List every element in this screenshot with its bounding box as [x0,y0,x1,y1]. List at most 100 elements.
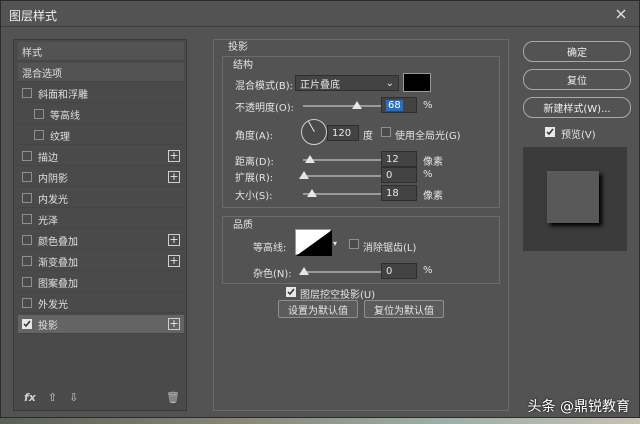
close-button[interactable] [609,4,633,24]
style-item[interactable]: 光泽 [18,210,184,229]
style-preview [523,147,627,251]
add-instance-plus-icon[interactable]: + [168,234,180,246]
style-item-checkbox[interactable] [34,130,44,140]
noise-slider[interactable] [303,271,383,273]
style-item[interactable]: 描边 + [18,147,184,166]
preview-swatch [547,171,599,223]
styles-list: 样式 混合选项斜面和浮雕等高线纹理描边 + 内阴影 + 内发光光泽颜色叠加 + 渐变叠加 + 图… [13,39,187,411]
angle-unit: 度 [363,131,373,142]
style-item-checkbox[interactable] [22,298,32,308]
noise-label: 杂色(N): [253,269,292,280]
contour-dropdown-icon[interactable]: ▾ [333,239,337,248]
layer-style-dialog: 图层样式 样式 混合选项斜面和浮雕等高线纹理描边 + 内阴影 + 内发光光泽颜色叠加 + 渐… [0,0,640,418]
style-item-checkbox[interactable] [22,172,32,182]
style-item-label: 斜面和浮雕 [38,89,88,101]
contour-curve-icon [296,230,332,256]
angle-label: 角度(A): [235,131,274,142]
structure-title: 结构 [233,60,253,71]
ok-button[interactable]: 确定 [523,41,631,62]
size-input[interactable]: 18 [381,185,417,201]
opacity-slider[interactable] [303,105,383,107]
style-item[interactable]: 图案叠加 [18,273,184,292]
title-bar: 图层样式 [1,1,639,27]
spread-input[interactable]: 0 [381,167,417,183]
add-instance-plus-icon[interactable]: + [168,171,180,183]
chevron-down-icon: ⌄ [385,77,394,89]
spread-label: 扩展(R): [235,173,274,184]
global-light-checkbox[interactable] [381,127,391,137]
style-item[interactable]: 内发光 [18,189,184,208]
add-instance-plus-icon[interactable]: + [168,318,180,330]
style-item[interactable]: 渐变叠加 + [18,252,184,271]
noise-input[interactable]: 0 [381,263,417,279]
style-item-checkbox[interactable] [22,151,32,161]
distance-value: 12 [386,153,399,165]
size-slider-thumb[interactable] [307,189,317,197]
angle-value: 120 [332,127,352,139]
knockout-checkbox[interactable] [286,287,296,297]
spread-slider[interactable] [303,175,383,177]
style-item[interactable]: 颜色叠加 + [18,231,184,250]
distance-unit: 像素 [423,157,443,168]
noise-unit: % [423,265,433,276]
angle-input[interactable]: 120 [327,125,359,141]
style-item-checkbox[interactable] [22,193,32,203]
add-instance-plus-icon[interactable]: + [168,150,180,162]
move-down-icon[interactable]: ⇩ [69,391,78,404]
style-item-checkbox[interactable] [22,277,32,287]
add-instance-plus-icon[interactable]: + [168,255,180,267]
style-item[interactable]: 斜面和浮雕 [18,84,184,103]
shadow-color-swatch[interactable] [403,73,431,92]
opacity-unit: % [423,100,433,111]
quality-group: 品质 等高线: ▾ 消除锯齿(L) 杂色(N): 0 % [222,216,500,284]
contour-picker[interactable] [295,229,332,256]
distance-label: 距离(D): [235,157,274,168]
distance-input[interactable]: 12 [381,151,417,167]
style-item-checkbox[interactable] [22,88,32,98]
size-unit: 像素 [423,191,443,202]
spread-slider-thumb[interactable] [299,171,309,179]
styles-header[interactable]: 样式 [18,42,184,61]
distance-slider[interactable] [303,159,383,161]
spread-value: 0 [386,169,393,181]
noise-slider-thumb[interactable] [299,267,309,275]
style-item-checkbox[interactable] [34,109,44,119]
left-toolbar: fx ⇧ ⇩ [24,391,78,404]
reset-button[interactable]: 复位 [523,69,631,90]
new-style-button[interactable]: 新建样式(W)... [523,97,631,118]
style-item-checkbox[interactable] [22,235,32,245]
checkmark-icon [287,288,295,296]
style-item-label: 图案叠加 [38,278,78,290]
style-item[interactable]: 纹理 [18,126,184,145]
fx-icon[interactable]: fx [24,391,36,404]
antialias-checkbox[interactable] [349,239,359,249]
antialias-label: 消除锯齿(L) [363,243,417,254]
blending-options-item[interactable]: 混合选项 [18,63,184,82]
size-label: 大小(S): [235,191,273,202]
style-item-checkbox[interactable] [22,214,32,224]
contour-label: 等高线: [253,243,287,254]
style-item-checkbox[interactable] [22,319,32,329]
preview-checkbox[interactable] [545,127,555,137]
style-item[interactable]: 等高线 [18,105,184,124]
blend-mode-value: 正片叠底 [300,79,340,91]
opacity-slider-thumb[interactable] [352,101,363,109]
close-icon [616,9,626,19]
style-item-checkbox[interactable] [22,256,32,266]
angle-dial[interactable] [301,119,327,145]
opacity-input[interactable]: 68 [381,97,417,113]
knockout-label: 图层挖空投影(U) [300,290,376,301]
style-item[interactable]: 内阴影 + [18,168,184,187]
size-value: 18 [386,187,399,199]
blend-mode-select[interactable]: 正片叠底 ⌄ [295,75,399,91]
make-default-button[interactable]: 设置为默认值 [278,300,358,318]
style-item[interactable]: 外发光 [18,294,184,313]
style-item-label: 渐变叠加 [38,257,78,269]
style-item[interactable]: 投影 + [18,315,184,334]
move-up-icon[interactable]: ⇧ [48,391,57,404]
reset-default-button[interactable]: 复位为默认值 [364,300,444,318]
distance-slider-thumb[interactable] [305,155,315,163]
checkmark-icon [23,320,31,328]
global-light-label: 使用全局光(G) [395,131,461,142]
trash-icon[interactable]: 🗑 [166,391,180,404]
